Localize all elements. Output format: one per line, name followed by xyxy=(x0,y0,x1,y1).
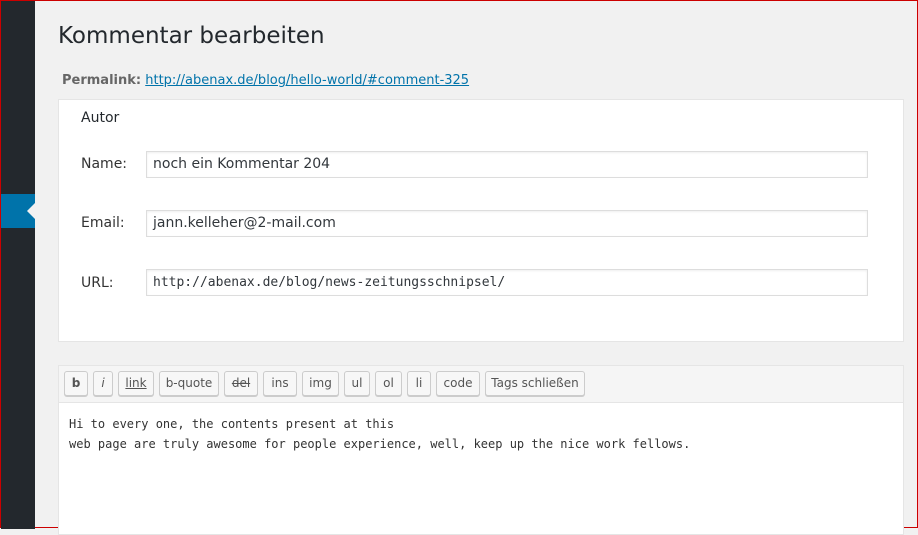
author-legend: Autor xyxy=(81,110,120,126)
permalink-label: Permalink: xyxy=(62,73,142,88)
link-button[interactable]: link xyxy=(118,371,154,396)
url-input[interactable]: http://abenax.de/blog/news-zeitungsschni… xyxy=(146,269,868,296)
page-title: Kommentar bearbeiten xyxy=(58,23,325,49)
img-button[interactable]: img xyxy=(302,371,339,396)
sidebar-active-item-comments[interactable] xyxy=(1,194,35,228)
name-label: Name: xyxy=(81,156,128,172)
url-label: URL: xyxy=(81,275,114,291)
quicktags-toolbar: b i link b-quote del ins img ul ol li co… xyxy=(59,366,903,403)
permalink-row: Permalink: http://abenax.de/blog/hello-w… xyxy=(62,72,469,90)
del-button[interactable]: del xyxy=(224,371,258,396)
comment-editor: b i link b-quote del ins img ul ol li co… xyxy=(58,365,904,535)
email-label: Email: xyxy=(81,215,125,231)
code-button[interactable]: code xyxy=(436,371,480,396)
ins-button[interactable]: ins xyxy=(263,371,297,396)
ul-button[interactable]: ul xyxy=(344,371,370,396)
email-input[interactable]: jann.kelleher@2-mail.com xyxy=(146,210,868,237)
comment-textarea[interactable]: Hi to every one, the contents present at… xyxy=(69,414,690,454)
li-button[interactable]: li xyxy=(407,371,431,396)
close-tags-button[interactable]: Tags schließen xyxy=(485,371,585,396)
blockquote-button[interactable]: b-quote xyxy=(159,371,219,396)
italic-button[interactable]: i xyxy=(93,371,113,396)
ol-button[interactable]: ol xyxy=(375,371,402,396)
permalink-link[interactable]: http://abenax.de/blog/hello-world/#comme… xyxy=(145,73,469,88)
author-box: Autor Name: noch ein Kommentar 204 Email… xyxy=(58,99,904,342)
active-arrow-icon xyxy=(27,203,35,219)
bold-button[interactable]: b xyxy=(64,371,88,396)
admin-sidebar xyxy=(1,1,35,529)
name-input[interactable]: noch ein Kommentar 204 xyxy=(146,151,868,178)
